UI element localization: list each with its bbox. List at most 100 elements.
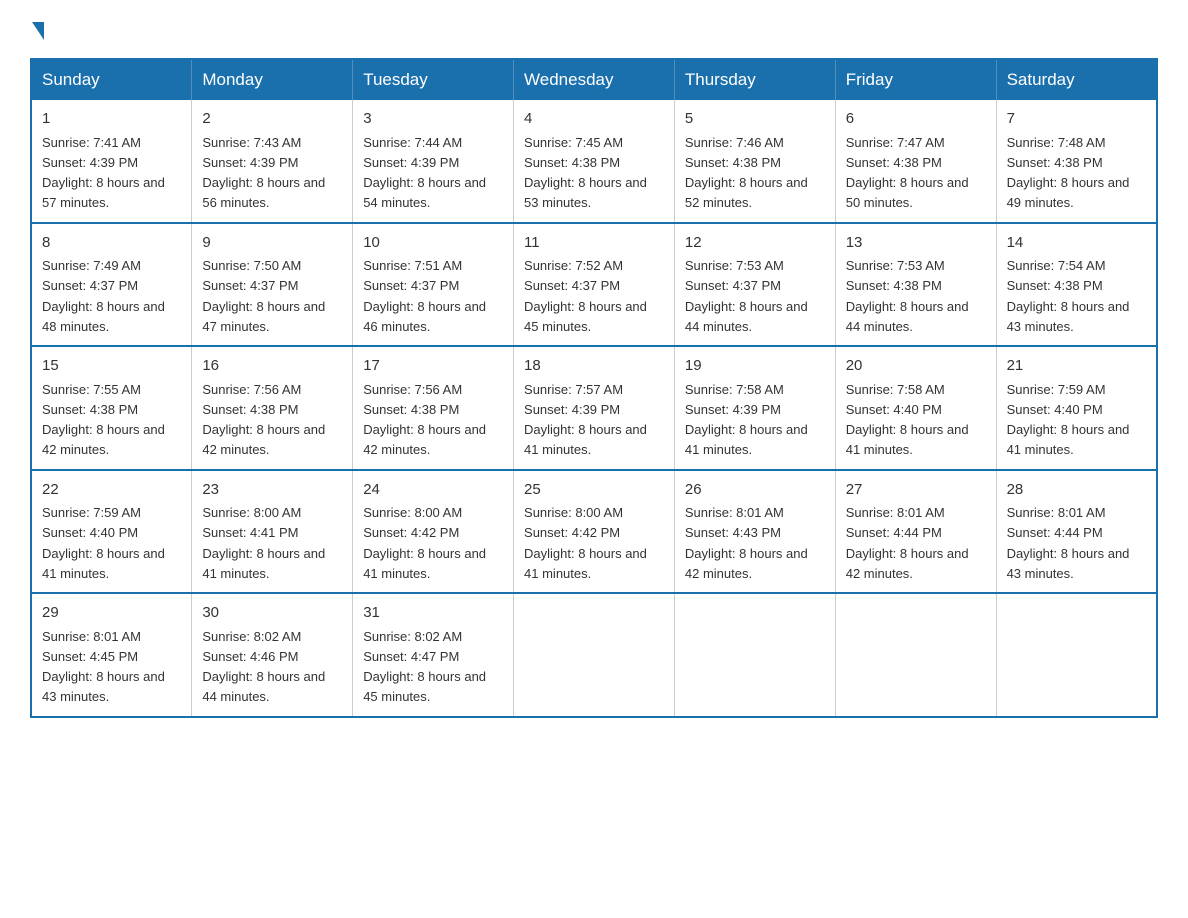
day-info: Sunrise: 7:58 AMSunset: 4:40 PMDaylight:… [846, 382, 969, 458]
day-info: Sunrise: 7:55 AMSunset: 4:38 PMDaylight:… [42, 382, 165, 458]
week-row-5: 29Sunrise: 8:01 AMSunset: 4:45 PMDayligh… [31, 593, 1157, 717]
day-number: 24 [363, 479, 503, 502]
day-info: Sunrise: 8:02 AMSunset: 4:47 PMDaylight:… [363, 629, 486, 705]
calendar-cell: 8 Sunrise: 7:49 AMSunset: 4:37 PMDaylight… [31, 223, 192, 347]
calendar-cell: 25Sunrise: 8:00 AMSunset: 4:42 PMDayligh… [514, 470, 675, 594]
calendar-cell: 22 Sunrise: 7:59 AMSunset: 4:40 PMDayligh… [31, 470, 192, 594]
day-number: 22 [42, 479, 181, 502]
day-info: Sunrise: 8:01 AMSunset: 4:44 PMDaylight:… [846, 505, 969, 581]
page-header [30, 20, 1158, 38]
day-number: 16 [202, 355, 342, 378]
calendar-cell: 21 Sunrise: 7:59 AMSunset: 4:40 PMDayligh… [996, 346, 1157, 470]
day-number: 12 [685, 232, 825, 255]
day-number: 11 [524, 232, 664, 255]
day-info: Sunrise: 7:53 AMSunset: 4:37 PMDaylight:… [685, 258, 808, 334]
day-info: Sunrise: 8:00 AMSunset: 4:42 PMDaylight:… [363, 505, 486, 581]
day-info: Sunrise: 7:59 AMSunset: 4:40 PMDaylight:… [42, 505, 165, 581]
day-number: 5 [685, 108, 825, 131]
day-number: 4 [524, 108, 664, 131]
day-info: Sunrise: 7:44 AMSunset: 4:39 PMDaylight:… [363, 135, 486, 211]
day-number: 7 [1007, 108, 1146, 131]
day-info: Sunrise: 7:47 AMSunset: 4:38 PMDaylight:… [846, 135, 969, 211]
calendar-cell: 13Sunrise: 7:53 AMSunset: 4:38 PMDayligh… [835, 223, 996, 347]
day-info: Sunrise: 8:02 AMSunset: 4:46 PMDaylight:… [202, 629, 325, 705]
day-number: 1 [42, 108, 181, 131]
day-number: 17 [363, 355, 503, 378]
day-number: 15 [42, 355, 181, 378]
calendar-cell: 4 Sunrise: 7:45 AMSunset: 4:38 PMDaylight… [514, 100, 675, 223]
day-number: 2 [202, 108, 342, 131]
week-row-3: 15 Sunrise: 7:55 AMSunset: 4:38 PMDayligh… [31, 346, 1157, 470]
day-info: Sunrise: 7:43 AMSunset: 4:39 PMDaylight:… [202, 135, 325, 211]
day-number: 10 [363, 232, 503, 255]
day-number: 28 [1007, 479, 1146, 502]
calendar-cell: 26 Sunrise: 8:01 AMSunset: 4:43 PMDayligh… [674, 470, 835, 594]
day-info: Sunrise: 7:56 AMSunset: 4:38 PMDaylight:… [363, 382, 486, 458]
calendar-cell: 18 Sunrise: 7:57 AMSunset: 4:39 PMDayligh… [514, 346, 675, 470]
day-info: Sunrise: 8:00 AMSunset: 4:41 PMDaylight:… [202, 505, 325, 581]
day-number: 8 [42, 232, 181, 255]
day-number: 14 [1007, 232, 1146, 255]
day-info: Sunrise: 7:46 AMSunset: 4:38 PMDaylight:… [685, 135, 808, 211]
calendar-cell: 20 Sunrise: 7:58 AMSunset: 4:40 PMDayligh… [835, 346, 996, 470]
calendar-cell: 11Sunrise: 7:52 AMSunset: 4:37 PMDayligh… [514, 223, 675, 347]
day-number: 27 [846, 479, 986, 502]
day-info: Sunrise: 7:54 AMSunset: 4:38 PMDaylight:… [1007, 258, 1130, 334]
header-sunday: Sunday [31, 59, 192, 100]
calendar-cell [674, 593, 835, 717]
calendar-cell: 3Sunrise: 7:44 AMSunset: 4:39 PMDaylight… [353, 100, 514, 223]
day-number: 29 [42, 602, 181, 625]
calendar-cell: 12 Sunrise: 7:53 AMSunset: 4:37 PMDayligh… [674, 223, 835, 347]
day-info: Sunrise: 7:57 AMSunset: 4:39 PMDaylight:… [524, 382, 647, 458]
calendar-cell: 27 Sunrise: 8:01 AMSunset: 4:44 PMDayligh… [835, 470, 996, 594]
day-number: 19 [685, 355, 825, 378]
calendar-cell: 1 Sunrise: 7:41 AMSunset: 4:39 PMDaylight… [31, 100, 192, 223]
calendar-cell: 31Sunrise: 8:02 AMSunset: 4:47 PMDayligh… [353, 593, 514, 717]
calendar-cell: 17 Sunrise: 7:56 AMSunset: 4:38 PMDayligh… [353, 346, 514, 470]
day-number: 20 [846, 355, 986, 378]
day-info: Sunrise: 7:48 AMSunset: 4:38 PMDaylight:… [1007, 135, 1130, 211]
header-monday: Monday [192, 59, 353, 100]
week-row-2: 8 Sunrise: 7:49 AMSunset: 4:37 PMDaylight… [31, 223, 1157, 347]
calendar-cell: 14 Sunrise: 7:54 AMSunset: 4:38 PMDayligh… [996, 223, 1157, 347]
day-number: 18 [524, 355, 664, 378]
day-info: Sunrise: 8:01 AMSunset: 4:43 PMDaylight:… [685, 505, 808, 581]
calendar-cell: 2 Sunrise: 7:43 AMSunset: 4:39 PMDaylight… [192, 100, 353, 223]
day-number: 23 [202, 479, 342, 502]
day-info: Sunrise: 7:59 AMSunset: 4:40 PMDaylight:… [1007, 382, 1130, 458]
calendar-cell: 9 Sunrise: 7:50 AMSunset: 4:37 PMDaylight… [192, 223, 353, 347]
day-info: Sunrise: 7:58 AMSunset: 4:39 PMDaylight:… [685, 382, 808, 458]
calendar-table: SundayMondayTuesdayWednesdayThursdayFrid… [30, 58, 1158, 718]
calendar-cell [996, 593, 1157, 717]
calendar-cell: 19 Sunrise: 7:58 AMSunset: 4:39 PMDayligh… [674, 346, 835, 470]
day-info: Sunrise: 7:41 AMSunset: 4:39 PMDaylight:… [42, 135, 165, 211]
day-info: Sunrise: 7:50 AMSunset: 4:37 PMDaylight:… [202, 258, 325, 334]
logo [30, 20, 44, 38]
calendar-cell: 24 Sunrise: 8:00 AMSunset: 4:42 PMDayligh… [353, 470, 514, 594]
day-info: Sunrise: 7:45 AMSunset: 4:38 PMDaylight:… [524, 135, 647, 211]
calendar-cell: 23 Sunrise: 8:00 AMSunset: 4:41 PMDayligh… [192, 470, 353, 594]
calendar-cell: 5 Sunrise: 7:46 AMSunset: 4:38 PMDaylight… [674, 100, 835, 223]
calendar-header-row: SundayMondayTuesdayWednesdayThursdayFrid… [31, 59, 1157, 100]
header-tuesday: Tuesday [353, 59, 514, 100]
day-info: Sunrise: 7:49 AMSunset: 4:37 PMDaylight:… [42, 258, 165, 334]
day-number: 21 [1007, 355, 1146, 378]
day-info: Sunrise: 7:53 AMSunset: 4:38 PMDaylight:… [846, 258, 969, 334]
header-thursday: Thursday [674, 59, 835, 100]
day-info: Sunrise: 7:51 AMSunset: 4:37 PMDaylight:… [363, 258, 486, 334]
calendar-cell: 7 Sunrise: 7:48 AMSunset: 4:38 PMDaylight… [996, 100, 1157, 223]
calendar-cell: 29Sunrise: 8:01 AMSunset: 4:45 PMDayligh… [31, 593, 192, 717]
calendar-cell: 15 Sunrise: 7:55 AMSunset: 4:38 PMDayligh… [31, 346, 192, 470]
week-row-1: 1 Sunrise: 7:41 AMSunset: 4:39 PMDaylight… [31, 100, 1157, 223]
week-row-4: 22 Sunrise: 7:59 AMSunset: 4:40 PMDayligh… [31, 470, 1157, 594]
day-number: 9 [202, 232, 342, 255]
header-saturday: Saturday [996, 59, 1157, 100]
day-number: 30 [202, 602, 342, 625]
calendar-cell: 30 Sunrise: 8:02 AMSunset: 4:46 PMDayligh… [192, 593, 353, 717]
calendar-cell [835, 593, 996, 717]
header-wednesday: Wednesday [514, 59, 675, 100]
day-number: 26 [685, 479, 825, 502]
calendar-cell: 10 Sunrise: 7:51 AMSunset: 4:37 PMDayligh… [353, 223, 514, 347]
calendar-cell: 6Sunrise: 7:47 AMSunset: 4:38 PMDaylight… [835, 100, 996, 223]
day-number: 25 [524, 479, 664, 502]
